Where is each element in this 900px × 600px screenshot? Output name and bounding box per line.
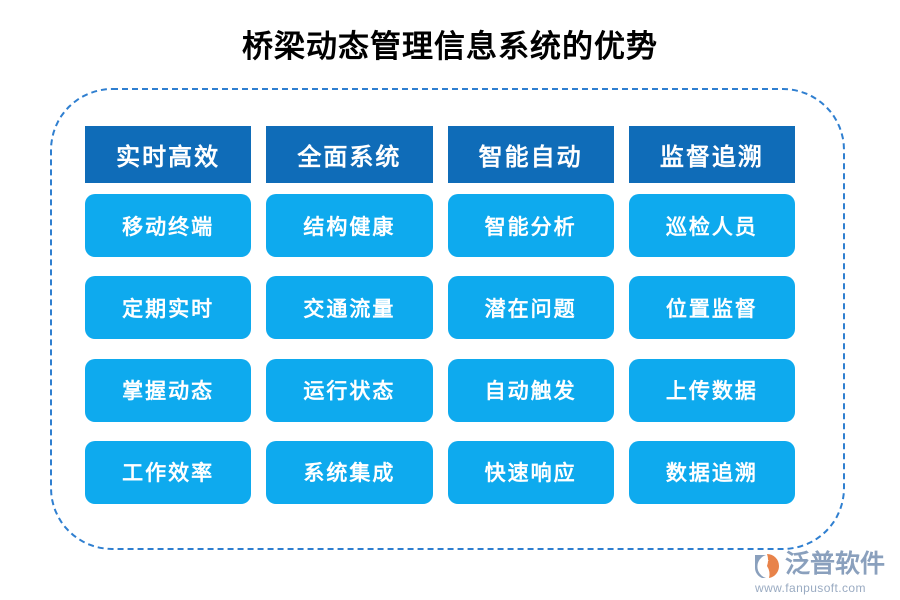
grid-cell[interactable]: 智能分析	[447, 194, 614, 257]
grid-cell[interactable]: 巡检人员	[628, 194, 795, 257]
grid-cell[interactable]: 自动触发	[447, 358, 614, 422]
grid-cell[interactable]: 定期实时	[85, 276, 252, 340]
column-header-intelligent[interactable]: 智能自动	[447, 126, 614, 183]
grid-row: 定期实时 交通流量 潜在问题 位置监督	[85, 276, 795, 347]
grid-cell[interactable]: 快速响应	[447, 440, 614, 504]
fanpu-logo-icon	[752, 551, 783, 580]
grid-cell[interactable]: 结构健康	[266, 194, 433, 257]
column-header-realtime[interactable]: 实时高效	[85, 126, 252, 183]
grid-row: 工作效率 系统集成 快速响应 数据追溯	[85, 440, 795, 512]
grid-cell[interactable]: 交通流量	[266, 276, 433, 340]
advantages-grid: 实时高效 全面系统 智能自动 监督追溯 移动终端 结构健康 智能分析 巡检人员 …	[85, 126, 795, 512]
grid-cell[interactable]: 工作效率	[85, 440, 252, 504]
grid-cell[interactable]: 数据追溯	[628, 440, 795, 504]
grid-cell[interactable]: 掌握动态	[85, 358, 252, 422]
grid-header-row: 实时高效 全面系统 智能自动 监督追溯	[85, 126, 795, 183]
logo-company-name: 泛普软件	[785, 551, 886, 578]
grid-cell[interactable]: 移动终端	[85, 194, 252, 257]
grid-row: 移动终端 结构健康 智能分析 巡检人员	[85, 194, 795, 265]
logo-row: 泛普软件	[752, 550, 895, 580]
grid-cell[interactable]: 位置监督	[628, 276, 795, 340]
company-logo[interactable]: 泛普软件 www.fanpusoft.com	[752, 550, 895, 596]
grid-cell[interactable]: 潜在问题	[447, 276, 614, 340]
column-header-comprehensive[interactable]: 全面系统	[266, 126, 433, 183]
page-title: 桥梁动态管理信息系统的优势	[242, 29, 658, 64]
grid-cell[interactable]: 系统集成	[266, 440, 433, 504]
logo-website-url: www.fanpusoft.com	[755, 581, 866, 595]
column-header-supervision[interactable]: 监督追溯	[628, 126, 795, 183]
grid-cell[interactable]: 上传数据	[628, 358, 795, 422]
grid-row: 掌握动态 运行状态 自动触发 上传数据	[85, 358, 795, 430]
grid-cell[interactable]: 运行状态	[266, 358, 433, 422]
